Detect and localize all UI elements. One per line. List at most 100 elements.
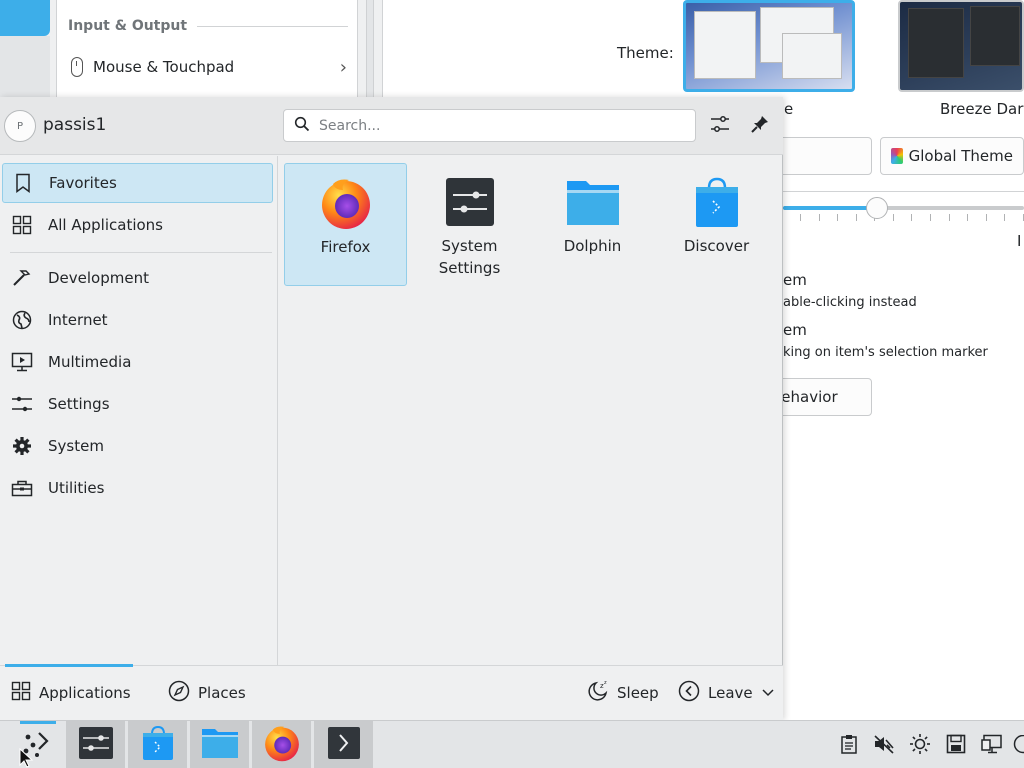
gear-icon (11, 435, 33, 457)
pin-icon (750, 114, 770, 138)
category-label: System (48, 437, 104, 455)
chevron-right-icon: › (339, 56, 347, 78)
launcher-footer: Applications Places zz Sleep Leave (0, 664, 783, 720)
tray-overflow-button[interactable] (1013, 735, 1024, 757)
app-label: Firefox (320, 238, 371, 256)
category-utilities[interactable]: Utilities (2, 468, 273, 508)
firefox-icon (263, 724, 301, 766)
theme-dark-name: Breeze Dark (940, 100, 1024, 118)
discover-bag-icon (142, 725, 174, 765)
grid-icon (11, 681, 31, 705)
settings-sidebar: Input & Output Mouse & Touchpad › (56, 0, 358, 100)
terminal-icon (327, 726, 361, 764)
brightness-icon (909, 733, 931, 759)
pin-button[interactable] (746, 112, 774, 140)
sliders-icon (709, 113, 731, 139)
category-internet[interactable]: Internet (2, 300, 273, 340)
category-favorites[interactable]: Favorites (2, 163, 273, 203)
sliders-icon (11, 393, 33, 415)
task-system-settings[interactable] (66, 721, 125, 768)
mouse-icon (71, 57, 83, 77)
section-header: Input & Output (68, 18, 348, 34)
window-corner-accent (0, 0, 50, 36)
avatar[interactable]: P (4, 110, 36, 142)
volume-tray-button[interactable] (873, 735, 895, 757)
category-label: Internet (48, 311, 108, 329)
app-label: Dolphin (563, 237, 622, 255)
category-label: Multimedia (48, 353, 132, 371)
firefox-icon (319, 176, 373, 230)
tab-applications[interactable]: Applications (11, 680, 131, 706)
animation-speed-slider[interactable] (783, 206, 1024, 210)
theme-light-name: e (784, 100, 794, 118)
section-header-label: Input & Output (68, 18, 188, 34)
category-settings[interactable]: Settings (2, 384, 273, 424)
preview-window (694, 11, 756, 79)
category-label: Utilities (48, 479, 105, 497)
configure-button[interactable] (706, 112, 734, 140)
search-input[interactable] (319, 117, 679, 134)
tab-label: Applications (39, 684, 131, 702)
storage-tray-button[interactable] (945, 734, 967, 757)
slider-handle[interactable] (866, 197, 888, 219)
click-option-title[interactable]: em (783, 271, 807, 289)
display-icon (981, 734, 1003, 758)
sleep-button[interactable]: zz Sleep (587, 680, 659, 706)
circle-icon (1013, 735, 1024, 757)
chevron-down-icon (761, 684, 775, 702)
tab-places[interactable]: Places (168, 680, 246, 706)
category-label: Settings (48, 395, 110, 413)
app-label: Discover (683, 237, 750, 255)
category-multimedia[interactable]: Multimedia (2, 342, 273, 382)
brightness-tray-button[interactable] (909, 733, 931, 759)
task-firefox[interactable] (252, 721, 311, 768)
application-launcher: P passis1 Favorites (0, 97, 783, 720)
avatar-letter: P (16, 120, 24, 132)
leave-label: Leave (708, 684, 753, 702)
sleep-label: Sleep (617, 684, 659, 702)
username: passis1 (43, 115, 107, 135)
favorites-grid: Firefox System Settings Dolphin Discover (278, 156, 783, 665)
bookmark-icon (12, 172, 34, 194)
launcher-header: P passis1 (0, 97, 783, 155)
slider-fill (783, 206, 877, 210)
click-option-desc: able-clicking instead (783, 295, 917, 310)
sleep-icon: zz (587, 680, 609, 706)
category-label: Favorites (49, 174, 117, 192)
select-option-title[interactable]: em (783, 321, 807, 339)
global-theme-button[interactable]: Global Theme (880, 137, 1024, 175)
theme-preview-breeze-dark[interactable] (898, 0, 1024, 92)
svg-text:z: z (604, 680, 607, 686)
display-tray-button[interactable] (981, 734, 1003, 758)
pane-divider[interactable] (366, 0, 374, 100)
leave-button[interactable]: Leave (678, 680, 775, 706)
section-separator (783, 191, 1024, 192)
task-terminal[interactable] (314, 721, 373, 768)
category-separator (10, 252, 272, 253)
search-icon (294, 116, 310, 136)
taskbar (0, 720, 1024, 768)
clipboard-tray-button[interactable] (838, 735, 860, 757)
preview-window (782, 33, 842, 79)
task-discover[interactable] (128, 721, 187, 768)
folder-icon (201, 727, 239, 763)
globe-icon (11, 309, 33, 331)
app-firefox[interactable]: Firefox (284, 163, 407, 286)
system-settings-icon (443, 175, 497, 229)
category-all-applications[interactable]: All Applications (2, 205, 273, 245)
app-system-settings[interactable]: System Settings (408, 163, 531, 286)
category-sidebar: Favorites All Applications Development I… (0, 156, 278, 665)
search-field[interactable] (283, 109, 696, 142)
slider-end-label: I (1017, 232, 1022, 250)
window-left-strip (0, 36, 50, 100)
category-system[interactable]: System (2, 426, 273, 466)
theme-preview-breeze[interactable] (683, 0, 855, 92)
sidebar-item-mouse-touchpad[interactable]: Mouse & Touchpad › (71, 55, 347, 79)
compass-icon (168, 680, 190, 706)
discover-bag-icon (690, 175, 744, 229)
task-dolphin[interactable] (190, 721, 249, 768)
app-dolphin[interactable]: Dolphin (531, 163, 654, 286)
volume-muted-icon (873, 734, 895, 758)
category-development[interactable]: Development (2, 258, 273, 298)
app-discover[interactable]: Discover (655, 163, 778, 286)
